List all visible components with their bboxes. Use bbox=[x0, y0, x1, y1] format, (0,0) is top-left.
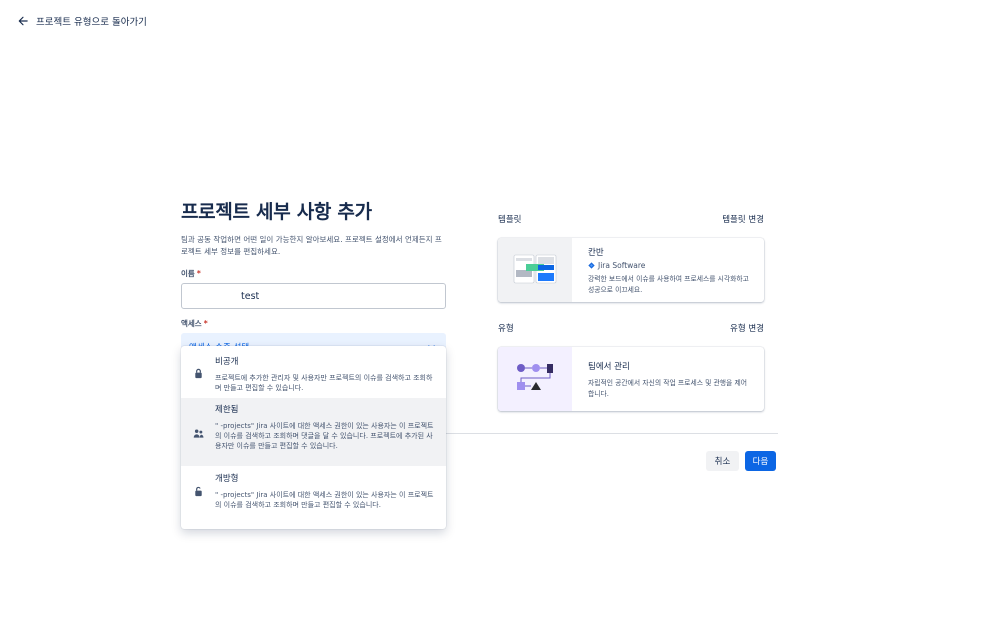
access-option-private[interactable]: 비공개 프로젝트에 추가한 관리자 및 사용자만 프로젝트의 이슈를 검색하고 … bbox=[181, 346, 446, 398]
kanban-illustration-icon bbox=[498, 238, 572, 302]
template-card-kanban[interactable]: 칸반 Jira Software 강력한 보드에서 이슈를 사용하여 프로세스를… bbox=[498, 238, 764, 302]
type-card-description: 자립적인 공간에서 자신의 작업 프로세스 및 관행을 제어합니다. bbox=[588, 379, 747, 398]
project-template-panel: 템플릿 템플릿 변경 칸반 Jira Software 강력한 보드에서 이슈를… bbox=[498, 213, 764, 411]
name-input[interactable]: test bbox=[181, 283, 446, 309]
access-option-limited[interactable]: 제한됨 " -projects" Jira 사이트에 대한 액세스 권한이 있는… bbox=[181, 398, 446, 466]
template-section-header: 템플릿 템플릿 변경 bbox=[498, 213, 764, 225]
project-details-form: 프로젝트 세부 사항 추가 팀과 공동 작업하면 어떤 일이 가능한지 알아보세… bbox=[181, 197, 447, 361]
access-field-label: 액세스 * bbox=[181, 319, 208, 328]
jira-logo-icon bbox=[588, 262, 595, 269]
type-heading: 유형 bbox=[498, 324, 514, 334]
change-template-button[interactable]: 템플릿 변경 bbox=[722, 213, 764, 225]
access-option-description: " -projects" Jira 사이트에 대한 액세스 권한이 있는 사용자… bbox=[215, 491, 434, 509]
template-card-description: 강력한 보드에서 이슈를 사용하여 프로세스를 시각화하고 성공으로 이끄세요. bbox=[588, 275, 749, 294]
type-card-title: 팀에서 관리 bbox=[588, 362, 630, 372]
access-option-description: " -projects" Jira 사이트에 대한 액세스 권한이 있는 사용자… bbox=[215, 422, 434, 450]
access-option-title: 제한됨 bbox=[215, 405, 239, 415]
required-mark: * bbox=[203, 319, 208, 328]
change-type-button[interactable]: 유형 변경 bbox=[730, 322, 764, 334]
template-card-product: Jira Software bbox=[588, 261, 752, 270]
page-description: 팀과 공동 작업하면 어떤 일이 가능한지 알아보세요. 프로젝트 설정에서 언… bbox=[181, 235, 442, 256]
name-input-value: test bbox=[241, 290, 260, 302]
template-heading: 템플릿 bbox=[498, 215, 522, 225]
arrow-left-icon bbox=[18, 16, 28, 26]
cancel-button[interactable]: 취소 bbox=[706, 451, 739, 471]
type-card-team-managed[interactable]: 팀에서 관리 자립적인 공간에서 자신의 작업 프로세스 및 관행을 제어합니다… bbox=[498, 347, 764, 411]
back-link-label: 프로젝트 유형으로 돌아가기 bbox=[36, 17, 147, 28]
access-option-title: 개방형 bbox=[215, 474, 239, 484]
unlock-icon bbox=[195, 486, 202, 497]
template-card-title: 칸반 bbox=[588, 248, 604, 258]
people-icon bbox=[193, 429, 204, 438]
page-title: 프로젝트 세부 사항 추가 bbox=[181, 201, 372, 223]
team-managed-illustration-icon bbox=[498, 347, 572, 411]
access-option-description: 프로젝트에 추가한 관리자 및 사용자만 프로젝트의 이슈를 검색하고 조회하며… bbox=[215, 374, 433, 392]
required-mark: * bbox=[196, 269, 201, 278]
access-option-title: 비공개 bbox=[215, 357, 239, 367]
back-to-project-types-link[interactable]: 프로젝트 유형으로 돌아가기 bbox=[18, 14, 147, 28]
lock-icon bbox=[195, 368, 202, 379]
name-field-label: 이름 * bbox=[181, 269, 201, 278]
access-level-dropdown: 비공개 프로젝트에 추가한 관리자 및 사용자만 프로젝트의 이슈를 검색하고 … bbox=[181, 346, 446, 529]
type-section-header: 유형 유형 변경 bbox=[498, 322, 764, 334]
next-button[interactable]: 다음 bbox=[745, 451, 776, 471]
access-option-open[interactable]: 개방형 " -projects" Jira 사이트에 대한 액세스 권한이 있는… bbox=[181, 466, 446, 529]
